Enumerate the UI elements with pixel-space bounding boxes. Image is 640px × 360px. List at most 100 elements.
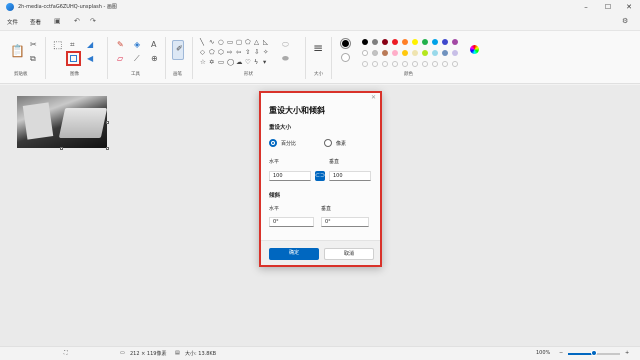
color-swatch[interactable] (372, 39, 378, 45)
left-arrow-shape-icon[interactable]: ⇦ (236, 49, 241, 56)
aspect-lock-button[interactable]: ⊂⊃ (315, 171, 325, 181)
fill-shape-icon[interactable]: ⬬ (282, 55, 289, 63)
color-swatch[interactable] (402, 50, 408, 56)
maximize-button[interactable]: ☐ (598, 1, 618, 13)
select-icon[interactable]: ⬚ (53, 41, 62, 51)
edit-colors-icon[interactable] (470, 45, 479, 54)
dialog-close-icon[interactable]: ✕ (371, 94, 376, 101)
zoom-slider[interactable] (568, 350, 620, 356)
brushes-button[interactable]: ✐ (172, 40, 184, 60)
color-swatch[interactable] (452, 39, 458, 45)
pencil-icon[interactable]: ✎ (117, 41, 124, 49)
color-swatch[interactable] (402, 39, 408, 45)
right-triangle-shape-icon[interactable]: ◺ (263, 39, 268, 46)
zoom-out-icon[interactable]: − (559, 350, 563, 356)
custom-color-slot[interactable] (392, 61, 398, 67)
zoom-slider-thumb[interactable] (591, 350, 597, 356)
custom-color-slot[interactable] (402, 61, 408, 67)
rotate-icon[interactable]: ◢ (87, 41, 93, 49)
percent-radio[interactable] (269, 139, 277, 147)
diamond-shape-icon[interactable]: ◇ (200, 49, 205, 56)
color-swatch[interactable] (362, 39, 368, 45)
resize-skew-button[interactable] (66, 51, 81, 66)
color-swatch[interactable] (392, 50, 398, 56)
settings-icon[interactable]: ⚙ (622, 17, 628, 25)
cut-icon[interactable]: ✂ (30, 41, 37, 49)
primary-color-slot[interactable] (340, 38, 351, 49)
hexagon-shape-icon[interactable]: ⬡ (218, 49, 224, 56)
copy-icon[interactable]: ⧉ (30, 55, 36, 63)
save-icon[interactable]: ▣ (54, 17, 61, 25)
color-swatch[interactable] (432, 50, 438, 56)
cancel-button[interactable]: 取消 (324, 248, 374, 260)
color-swatch[interactable] (362, 50, 368, 56)
rectangle-shape-icon[interactable]: ▭ (227, 39, 233, 46)
down-arrow-shape-icon[interactable]: ⇩ (254, 49, 259, 56)
oval-shape-icon[interactable]: ○ (218, 39, 224, 46)
redo-icon[interactable]: ↷ (90, 17, 96, 25)
skew-vertical-input[interactable]: 0° (321, 217, 369, 227)
menu-file[interactable]: 文件 (7, 18, 18, 26)
heart-shape-icon[interactable]: ♡ (245, 59, 251, 66)
color-swatch[interactable] (422, 39, 428, 45)
color-swatch[interactable] (412, 39, 418, 45)
menu-view[interactable]: 查看 (30, 18, 41, 26)
color-swatch[interactable] (422, 50, 428, 56)
minimize-button[interactable]: – (576, 1, 596, 13)
color-swatch[interactable] (412, 50, 418, 56)
color-swatch[interactable] (452, 50, 458, 56)
crop-icon[interactable]: ⌗ (70, 41, 75, 49)
custom-color-slot[interactable] (442, 61, 448, 67)
triangle-shape-icon[interactable]: △ (254, 39, 259, 46)
more-shapes-icon[interactable]: ▾ (263, 59, 266, 66)
up-arrow-shape-icon[interactable]: ⇧ (245, 49, 250, 56)
color-picker-icon[interactable]: ⟋ (134, 55, 140, 63)
custom-color-slot[interactable] (412, 61, 418, 67)
zoom-in-icon[interactable]: + (625, 350, 629, 356)
custom-color-slot[interactable] (432, 61, 438, 67)
custom-color-slot[interactable] (422, 61, 428, 67)
resize-handle-bottom[interactable] (60, 147, 63, 150)
color-swatch[interactable] (442, 50, 448, 56)
callout-oval-icon[interactable]: ◯ (227, 59, 234, 66)
polygon-shape-icon[interactable]: ⬠ (245, 39, 251, 46)
secondary-color-slot[interactable] (341, 53, 350, 62)
fill-icon[interactable]: ◈ (134, 41, 140, 49)
horizontal-input[interactable]: 100 (269, 171, 311, 181)
callout-rect-icon[interactable]: ▭ (218, 59, 224, 66)
color-swatch[interactable] (432, 39, 438, 45)
six-point-star-icon[interactable]: ✡ (209, 59, 214, 66)
pixels-radio[interactable] (324, 139, 332, 147)
vertical-input[interactable]: 100 (329, 171, 371, 181)
color-swatch[interactable] (442, 39, 448, 45)
color-swatch[interactable] (382, 50, 388, 56)
resize-handle-right[interactable] (106, 121, 109, 124)
eraser-icon[interactable]: ▱ (117, 55, 123, 63)
text-icon[interactable]: A (151, 41, 156, 49)
four-point-star-icon[interactable]: ✧ (263, 49, 268, 56)
outline-icon[interactable]: ⬭ (282, 41, 289, 49)
undo-icon[interactable]: ↶ (74, 17, 80, 25)
line-shape-icon[interactable]: ╲ (200, 39, 204, 46)
color-swatch[interactable] (372, 50, 378, 56)
curve-shape-icon[interactable]: ∿ (209, 39, 214, 46)
skew-horizontal-input[interactable]: 0° (269, 217, 314, 227)
flip-icon[interactable]: ◀ (87, 55, 93, 63)
custom-color-slot[interactable] (362, 61, 368, 67)
color-swatch[interactable] (382, 39, 388, 45)
paste-icon[interactable]: 📋 (10, 45, 25, 57)
magnifier-icon[interactable]: ⊕ (151, 55, 158, 63)
custom-color-slot[interactable] (452, 61, 458, 67)
canvas-image[interactable] (17, 96, 107, 148)
resize-handle-corner[interactable] (106, 147, 109, 150)
color-swatch[interactable] (392, 39, 398, 45)
callout-cloud-icon[interactable]: ☁ (236, 59, 243, 66)
lightning-shape-icon[interactable]: ϟ (254, 59, 258, 66)
line-width-icon[interactable]: ≡ (313, 42, 323, 54)
custom-color-slot[interactable] (372, 61, 378, 67)
rounded-rect-shape-icon[interactable]: ▢ (236, 39, 242, 46)
ok-button[interactable]: 确定 (269, 248, 319, 260)
close-window-button[interactable]: ✕ (619, 1, 639, 13)
pentagon-shape-icon[interactable]: ⬠ (209, 49, 215, 56)
five-point-star-icon[interactable]: ☆ (200, 59, 206, 66)
